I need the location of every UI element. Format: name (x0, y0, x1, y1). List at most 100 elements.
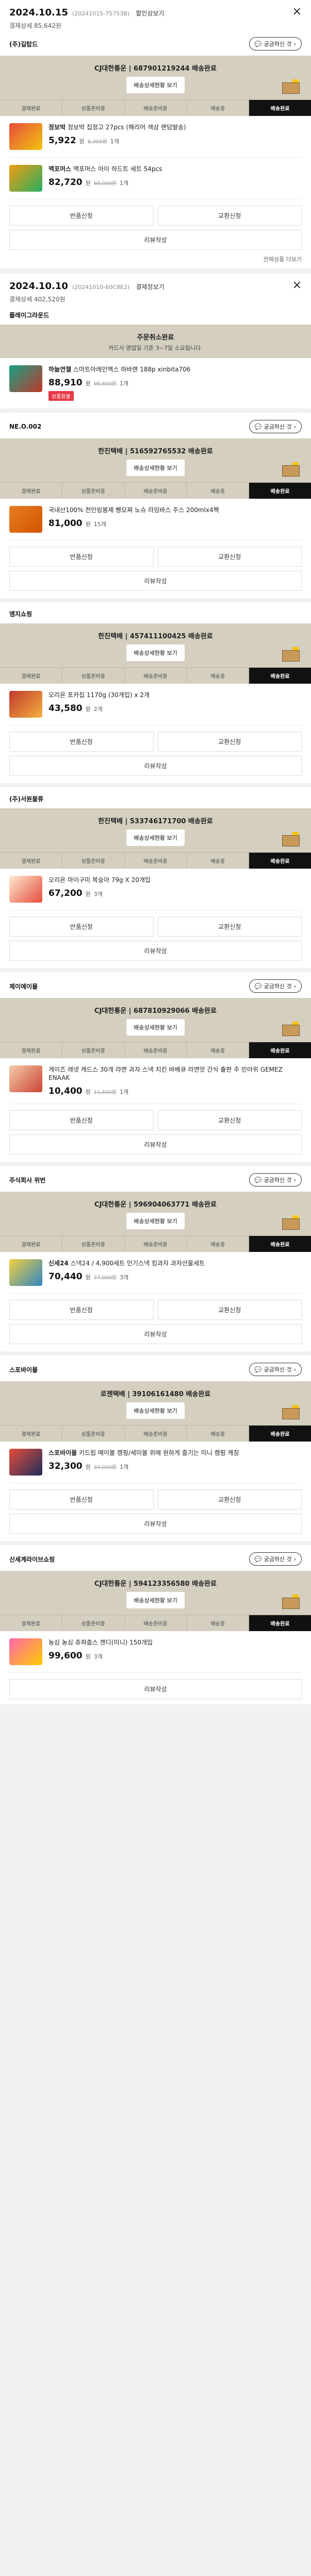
order-actions: 반품신청 교환신청 리뷰작성 (9, 1489, 302, 1534)
chat-icon: 💬 (254, 423, 262, 430)
exchange-button[interactable]: 교환신청 (157, 206, 302, 226)
shipping-detail-button[interactable]: 배송상세현황 보기 (126, 829, 185, 846)
cancel-status-band: 주문취소완료 카드사 영업일 기준 3~7일 소요됩니다. (0, 325, 311, 358)
inquiry-button[interactable]: 💬 궁금하신 것 › (249, 37, 302, 50)
carrier-status: CJ대한통운 | 687901219244 배송완료 (94, 65, 217, 73)
product-thumbnail[interactable] (9, 1065, 42, 1092)
product-thumbnail[interactable] (9, 1449, 42, 1476)
return-button[interactable]: 반품신청 (9, 1300, 154, 1320)
product-thumbnail[interactable] (9, 365, 42, 392)
exchange-button[interactable]: 교환신청 (157, 1489, 302, 1510)
product-price: 43,580 (48, 703, 83, 714)
return-button[interactable]: 반품신청 (9, 732, 154, 752)
order-header: 2024.10.10 (20241010-60C8E2) 결제정보기 × (9, 280, 302, 292)
seller-name: 신세계라이브쇼핑 (9, 1555, 55, 1563)
order-payment-summary: 결제상세 85,642원 (9, 22, 62, 29)
shipping-detail-button[interactable]: 배송상세현황 보기 (126, 460, 185, 476)
shipping-detail-button[interactable]: 배송상세현황 보기 (126, 1402, 185, 1419)
shipping-detail-button[interactable]: 배송상세현황 보기 (126, 77, 185, 93)
exchange-button[interactable]: 교환신청 (157, 547, 302, 567)
product-thumbnail[interactable] (9, 876, 42, 903)
review-button[interactable]: 리뷰작성 (9, 1679, 302, 1699)
order-header: 2024.10.15 (2024101S-75753B) 할인상보기 × (9, 6, 302, 19)
carrier-status: CJ대한통운 | 687810929066 배송완료 (94, 1007, 217, 1015)
product-brand: 스포바이몰 (48, 1449, 77, 1456)
shipping-steps: 결제완료 상품준비중 배송준비중 배송중 배송완료 (0, 1425, 311, 1442)
review-button[interactable]: 리뷰작성 (9, 1514, 302, 1534)
review-button[interactable]: 리뷰작성 (9, 756, 302, 776)
product-thumbnail[interactable] (9, 691, 42, 718)
inquiry-button[interactable]: 💬 궁금하신 것 › (249, 420, 302, 433)
order-item[interactable]: 게이즈 레넷 캐드스 30개 라면 과자 스낵 치킨 바베큐 라면맛 간식 출판… (9, 1058, 302, 1104)
inquiry-button[interactable]: 💬 궁금하신 것 › (249, 1552, 302, 1566)
order-item[interactable]: 신세24 스낵24 / 4,900세트 인기스낵 킹과자 과자선물세트 70,4… (9, 1252, 302, 1294)
order-detail-link[interactable]: 할인상보기 (136, 10, 164, 17)
return-button[interactable]: 반품신청 (9, 917, 154, 937)
chevron-right-icon: › (293, 423, 296, 430)
review-button[interactable]: 리뷰작성 (9, 230, 302, 250)
inquiry-button[interactable]: 💬 궁금하신 것 › (249, 1363, 302, 1376)
shipping-status-band: 한진택배 | 533746171700 배송완료 배송상세현황 보기 결제완료 상… (0, 808, 311, 869)
order-item[interactable]: 국내산100% 전인링봉제 빵모찌 노슈 라임바스 주스 200mlx4팩 81… (9, 499, 302, 540)
product-name: 농심 농심 츄파춥스 캔디(미니) 150개입 (48, 1639, 153, 1646)
order-number: (20241010-60C8E2) (72, 284, 130, 291)
more-products-link[interactable]: 전체상품 더보기 (9, 255, 302, 263)
seller-row: (주)서원물류 (9, 794, 302, 803)
shipping-detail-button[interactable]: 배송상세현황 보기 (126, 1213, 185, 1229)
exchange-button[interactable]: 교환신청 (157, 1110, 302, 1130)
product-thumbnail[interactable] (9, 123, 42, 150)
return-button[interactable]: 반품신청 (9, 547, 154, 567)
exchange-button[interactable]: 교환신청 (157, 732, 302, 752)
chevron-right-icon: › (293, 1555, 296, 1563)
refund-badge: 상품환불 (48, 391, 74, 401)
chevron-right-icon: › (293, 982, 296, 990)
review-button[interactable]: 리뷰작성 (9, 571, 302, 591)
shipping-detail-button[interactable]: 배송상세현황 보기 (126, 1019, 185, 1036)
exchange-button[interactable]: 교환신청 (157, 917, 302, 937)
exchange-button[interactable]: 교환신청 (157, 1300, 302, 1320)
product-thumbnail[interactable] (9, 1638, 42, 1665)
chat-icon: 💬 (254, 40, 262, 47)
close-icon[interactable]: × (292, 6, 302, 18)
return-button[interactable]: 반품신청 (9, 1489, 154, 1510)
inquiry-button[interactable]: 💬 궁금하신 것 › (249, 979, 302, 993)
return-button[interactable]: 반품신청 (9, 1110, 154, 1130)
chat-icon: 💬 (254, 982, 262, 990)
product-quantity: 1개 (119, 1089, 129, 1095)
product-name: 키드립 메이볼 캠핑/세미볼 위에 원하게 즐기는 미니 캠핑 캐칭 (79, 1449, 239, 1456)
review-button[interactable]: 리뷰작성 (9, 1324, 302, 1344)
product-quantity: 2개 (93, 706, 103, 713)
inquiry-button[interactable]: 💬 궁금하신 것 › (249, 1173, 302, 1187)
order-item[interactable]: 하늘연챌 스마트아레인맥스 하바랜 188p xinbita706 88,910… (9, 358, 302, 409)
shipping-detail-button[interactable]: 배송상세현황 보기 (126, 1592, 185, 1608)
return-button[interactable]: 반품신청 (9, 206, 154, 226)
review-button[interactable]: 리뷰작성 (9, 941, 302, 961)
order-item[interactable]: 오리온 마이구미 복숭아 79g X 20개입 67,200 원 3개 (9, 869, 302, 910)
shipping-steps: 결제완료 상품준비중 배송준비중 배송중 배송완료 (0, 482, 311, 499)
shipping-detail-button[interactable]: 배송상세현황 보기 (126, 645, 185, 661)
order-payment-summary: 결제상세 402,520원 (9, 296, 66, 303)
order-block-2: 2024.10.10 (20241010-60C8E2) 결제정보기 × 결제상… (0, 274, 311, 1704)
seller-row: 스포바이몰 💬 궁금하신 것 › (9, 1363, 302, 1376)
order-detail-link[interactable]: 결제정보기 (136, 283, 164, 291)
product-name: 정보박 집정고 27pcs (해리어 색상 랜덤발송) (67, 124, 186, 131)
order-item[interactable]: 오리온 포카칩 1170g (30개입) x 2개 43,580 원 2개 (9, 684, 302, 725)
review-button[interactable]: 리뷰작성 (9, 1134, 302, 1155)
product-price: 99,600 (48, 1651, 83, 1661)
seller-row: 제이에이몰 💬 궁금하신 것 › (9, 979, 302, 993)
order-item[interactable]: 정보박 정보박 집정고 27pcs (해리어 색상 랜덤발송) 5,922 원 … (9, 116, 302, 158)
order-item[interactable]: 농심 농심 츄파춥스 캔디(미니) 150개입 99,600 원 3개 (9, 1631, 302, 1673)
original-price: 11,600원 (93, 1090, 117, 1095)
original-price: 95,600원 (93, 381, 117, 387)
close-icon[interactable]: × (292, 280, 302, 291)
order-item[interactable]: 맥포머스 맥포머스 아이 하드트 세트 54pcs 82,720 원 88,00… (9, 158, 302, 199)
product-thumbnail[interactable] (9, 165, 42, 192)
shipping-status-band: CJ대한통운 | 596904063771 배송완료 배송상세현황 보기 결제완… (0, 1192, 311, 1252)
product-thumbnail[interactable] (9, 506, 42, 533)
seller-name: 플레이그라운드 (9, 312, 50, 319)
product-thumbnail[interactable] (9, 1259, 42, 1286)
seller-name: NE.O.002 (9, 423, 42, 430)
original-price: 34,000원 (93, 1465, 117, 1470)
carrier-status: CJ대한통운 | 596904063771 배송완료 (94, 1201, 217, 1209)
order-item[interactable]: 스포바이몰 키드립 메이볼 캠핑/세미볼 위에 원하게 즐기는 미니 캠핑 캐칭… (9, 1442, 302, 1483)
